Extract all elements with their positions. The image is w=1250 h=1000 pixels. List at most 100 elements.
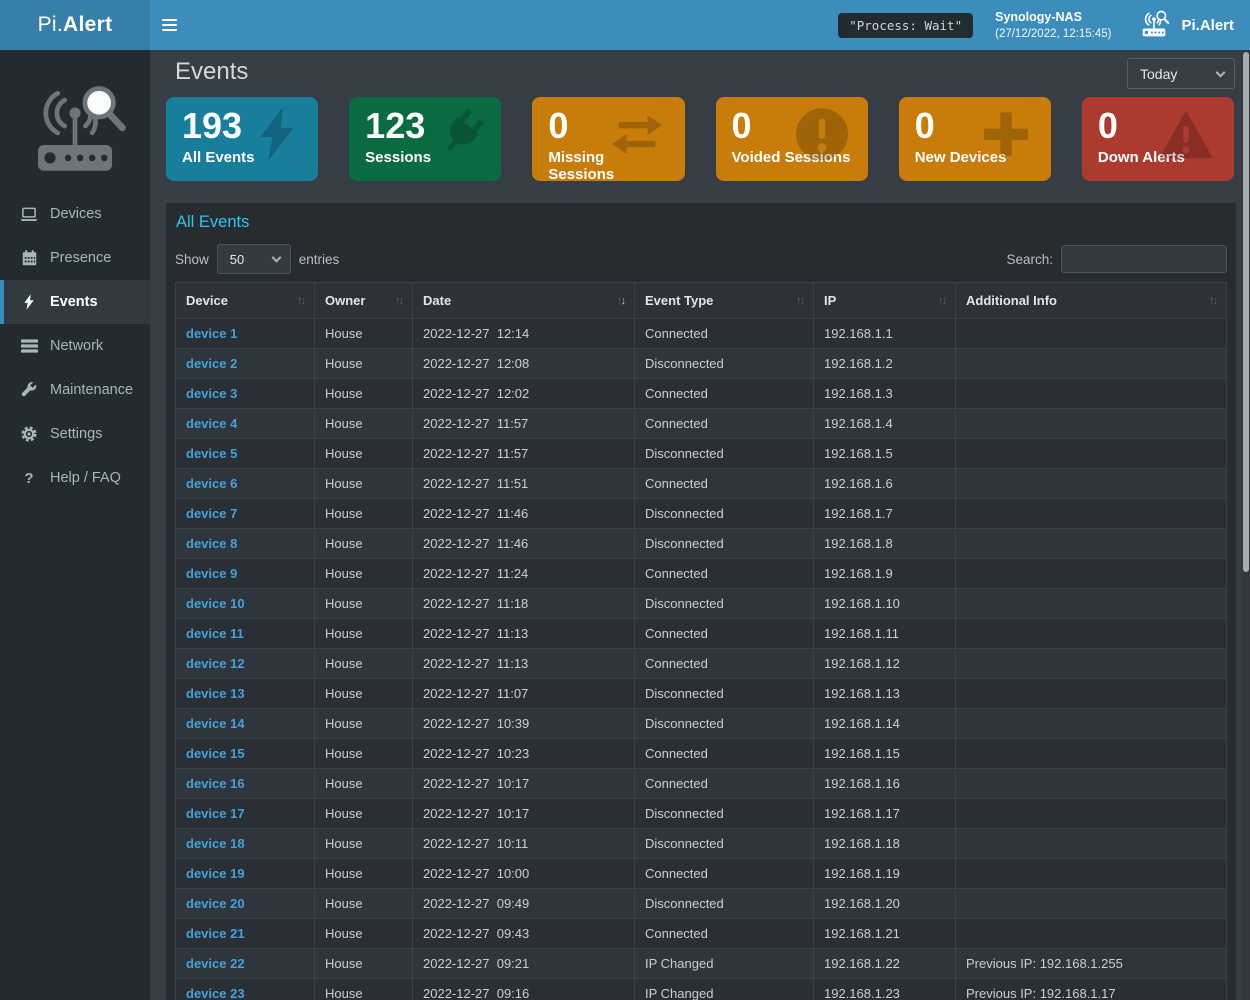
vertical-scrollbar[interactable]: [1242, 50, 1250, 1000]
owner-cell: House: [315, 349, 413, 379]
table-row: device 2House2022-12-27 12:08Disconnecte…: [176, 349, 1227, 379]
ip-cell: 192.168.1.3: [814, 379, 956, 409]
additional-info-cell: [956, 619, 1227, 649]
owner-cell: House: [315, 889, 413, 919]
owner-cell: House: [315, 439, 413, 469]
sidebar-item-label: Events: [50, 294, 98, 310]
sidebar-item-help[interactable]: ? Help / FAQ: [0, 456, 150, 500]
question-icon: ?: [20, 470, 38, 487]
sidebar-item-label: Maintenance: [50, 382, 133, 398]
sidebar-item-events[interactable]: Events: [0, 280, 150, 324]
device-link[interactable]: device 13: [186, 686, 245, 701]
period-select[interactable]: Today: [1127, 58, 1235, 89]
device-cell: device 20: [176, 889, 315, 919]
show-label: Show: [175, 252, 209, 267]
sidebar-item-network[interactable]: Network: [0, 324, 150, 368]
device-cell: device 9: [176, 559, 315, 589]
table-row: device 19House2022-12-27 10:00Connected1…: [176, 859, 1227, 889]
card-voided-sessions[interactable]: 0 Voided Sessions: [716, 97, 868, 181]
device-link[interactable]: device 16: [186, 776, 245, 791]
device-link[interactable]: device 20: [186, 896, 245, 911]
device-link[interactable]: device 12: [186, 656, 245, 671]
device-link[interactable]: device 3: [186, 386, 237, 401]
bolt-icon: [20, 294, 38, 310]
table-row: device 1House2022-12-27 12:14Connected19…: [176, 319, 1227, 349]
additional-info-cell: [956, 919, 1227, 949]
owner-cell: House: [315, 829, 413, 859]
owner-cell: House: [315, 769, 413, 799]
card-down-alerts[interactable]: 0 Down Alerts: [1082, 97, 1234, 181]
card-sessions[interactable]: 123 Sessions: [349, 97, 501, 181]
navbar-app-link[interactable]: Pi.Alert: [1135, 7, 1234, 43]
device-link[interactable]: device 8: [186, 536, 237, 551]
column-header-owner[interactable]: Owner↑↓: [315, 283, 413, 319]
owner-cell: House: [315, 649, 413, 679]
additional-info-cell: [956, 799, 1227, 829]
event-type-cell: Disconnected: [635, 709, 814, 739]
sidebar-item-presence[interactable]: Presence: [0, 236, 150, 280]
device-cell: device 18: [176, 829, 315, 859]
device-link[interactable]: device 6: [186, 476, 237, 491]
card-all-events[interactable]: 193 All Events: [166, 97, 318, 181]
table-row: device 5House2022-12-27 11:57Disconnecte…: [176, 439, 1227, 469]
table-row: device 23House2022-12-27 09:16IP Changed…: [176, 979, 1227, 1000]
hamburger-menu-icon[interactable]: [162, 12, 188, 38]
card-missing-sessions[interactable]: 0 Missing Sessions: [532, 97, 684, 181]
column-header-device[interactable]: Device↑↓: [176, 283, 315, 319]
device-link[interactable]: device 9: [186, 566, 237, 581]
table-row: device 20House2022-12-27 09:49Disconnect…: [176, 889, 1227, 919]
device-link[interactable]: device 15: [186, 746, 245, 761]
device-link[interactable]: device 1: [186, 326, 237, 341]
card-new-devices[interactable]: 0 New Devices: [899, 97, 1051, 181]
additional-info-cell: [956, 559, 1227, 589]
device-cell: device 21: [176, 919, 315, 949]
device-link[interactable]: device 11: [186, 626, 244, 641]
device-cell: device 22: [176, 949, 315, 979]
sort-desc-icon: ↑↓: [617, 295, 624, 307]
device-link[interactable]: device 19: [186, 866, 245, 881]
sidebar-item-maintenance[interactable]: Maintenance: [0, 368, 150, 412]
sidebar-item-settings[interactable]: Settings: [0, 412, 150, 456]
owner-cell: House: [315, 679, 413, 709]
ip-cell: 192.168.1.14: [814, 709, 956, 739]
column-header-event-type[interactable]: Event Type↑↓: [635, 283, 814, 319]
device-link[interactable]: device 22: [186, 956, 245, 971]
device-link[interactable]: device 10: [186, 596, 245, 611]
date-cell: 2022-12-27 11:57: [413, 439, 635, 469]
wrench-icon: [20, 382, 38, 398]
device-cell: device 6: [176, 469, 315, 499]
owner-cell: House: [315, 709, 413, 739]
device-link[interactable]: device 18: [186, 836, 245, 851]
column-header-ip[interactable]: IP↑↓: [814, 283, 956, 319]
scrollbar-thumb[interactable]: [1243, 52, 1249, 572]
column-header-date[interactable]: Date↑↓: [413, 283, 635, 319]
column-header-additional-info[interactable]: Additional Info↑↓: [956, 283, 1227, 319]
search-input[interactable]: [1061, 245, 1227, 273]
date-cell: 2022-12-27 11:13: [413, 649, 635, 679]
additional-info-cell: [956, 319, 1227, 349]
sidebar-item-devices[interactable]: Devices: [0, 192, 150, 236]
owner-cell: House: [315, 469, 413, 499]
event-type-cell: Connected: [635, 469, 814, 499]
ip-cell: 192.168.1.22: [814, 949, 956, 979]
device-link[interactable]: device 5: [186, 446, 237, 461]
page-length-select[interactable]: 50: [217, 244, 291, 274]
ip-cell: 192.168.1.17: [814, 799, 956, 829]
gear-icon: [20, 426, 38, 442]
brand-logo[interactable]: Pi.Alert: [0, 0, 150, 50]
device-link[interactable]: device 7: [186, 506, 237, 521]
additional-info-cell: [956, 379, 1227, 409]
device-link[interactable]: device 4: [186, 416, 237, 431]
device-link[interactable]: device 21: [186, 926, 245, 941]
device-link[interactable]: device 2: [186, 356, 237, 371]
date-cell: 2022-12-27 11:07: [413, 679, 635, 709]
additional-info-cell: [956, 679, 1227, 709]
device-cell: device 11: [176, 619, 315, 649]
date-cell: 2022-12-27 12:08: [413, 349, 635, 379]
ip-cell: 192.168.1.1: [814, 319, 956, 349]
search-label: Search:: [1006, 252, 1053, 267]
device-link[interactable]: device 14: [186, 716, 245, 731]
device-link[interactable]: device 17: [186, 806, 245, 821]
ip-cell: 192.168.1.10: [814, 589, 956, 619]
device-link[interactable]: device 23: [186, 986, 245, 1000]
